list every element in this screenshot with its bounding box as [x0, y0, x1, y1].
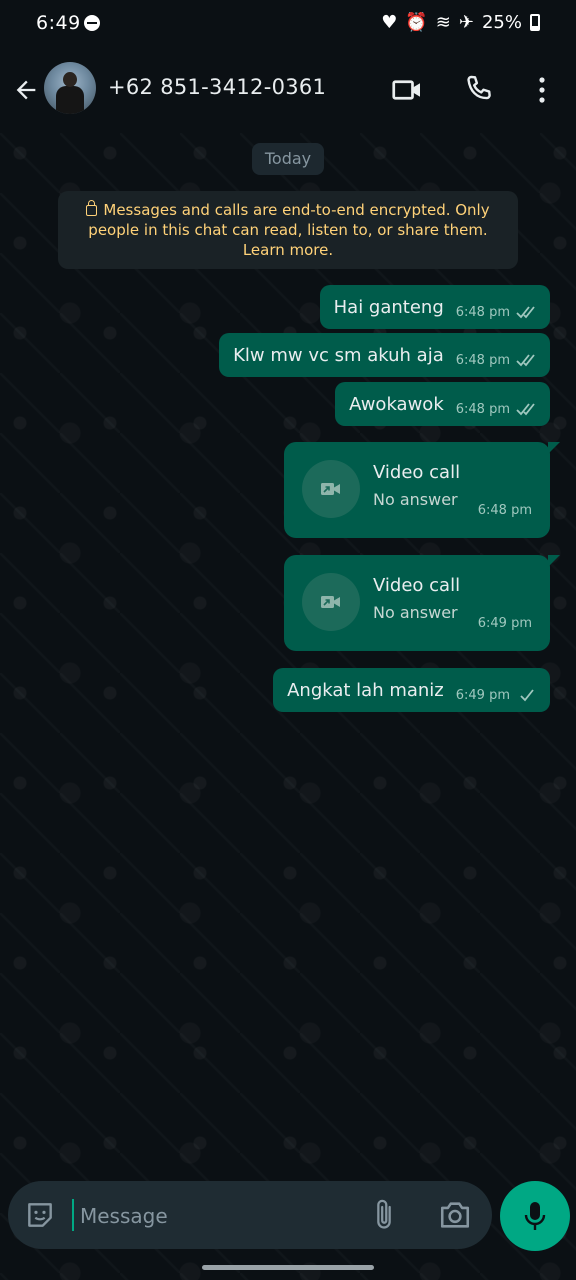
- back-button[interactable]: [8, 70, 44, 110]
- message-bubble[interactable]: Hai ganteng 6:48 pm: [319, 285, 550, 329]
- double-check-icon: [516, 306, 535, 319]
- double-check-icon: [516, 403, 535, 416]
- call-status: No answer: [373, 603, 458, 622]
- message-input[interactable]: [78, 1199, 342, 1233]
- dnd-icon: [84, 15, 100, 31]
- message-text: Klw mw vc sm akuh aja: [233, 344, 444, 366]
- missed-video-call-icon: [321, 483, 340, 495]
- contact-name[interactable]: +62 851-3412-0361: [108, 75, 326, 99]
- message-text: Hai ganteng: [333, 296, 444, 318]
- message-meta: 6:48 pm: [456, 402, 540, 417]
- lock-icon: [86, 200, 98, 216]
- attach-button[interactable]: [370, 1198, 398, 1232]
- camera-button[interactable]: [438, 1199, 472, 1231]
- battery-percent: 25%: [481, 12, 522, 33]
- wifi-icon: ≋: [435, 12, 451, 33]
- camera-icon: [440, 1202, 470, 1228]
- paperclip-icon: [377, 1199, 391, 1229]
- message-composer: [8, 1181, 492, 1249]
- call-icon-badge: [302, 573, 360, 631]
- mic-icon: [524, 1202, 546, 1230]
- message-bubble[interactable]: Angkat lah maniz 6:49 pm: [273, 668, 550, 712]
- call-icon-badge: [302, 460, 360, 518]
- message-time: 6:48 pm: [455, 401, 510, 417]
- battery-icon: [530, 14, 540, 31]
- video-call-button[interactable]: [390, 72, 426, 108]
- encryption-notice[interactable]: Messages and calls are end-to-end encryp…: [58, 191, 518, 269]
- message-meta: 6:48 pm: [456, 353, 540, 368]
- date-chip: Today: [252, 143, 324, 175]
- airplane-icon: ✈: [458, 12, 474, 33]
- more-vert-icon: [539, 77, 545, 103]
- status-icons: ♥ ⏰ ≋ ✈ 25%: [381, 12, 540, 33]
- gesture-nav-bar[interactable]: [202, 1265, 374, 1270]
- message-time: 6:48 pm: [455, 352, 510, 368]
- call-title: Video call: [373, 575, 461, 596]
- message-meta: 6:48 pm: [456, 305, 540, 320]
- video-call-icon: [392, 80, 420, 100]
- text-cursor: [72, 1199, 74, 1231]
- message-text: Awokawok: [349, 393, 444, 415]
- single-check-icon: [520, 689, 534, 702]
- emoji-sticker-icon: [28, 1203, 52, 1227]
- chat-header: +62 851-3412-0361: [0, 48, 576, 133]
- video-call-bubble[interactable]: Video call No answer 6:49 pm: [284, 555, 560, 651]
- voice-call-button[interactable]: [462, 72, 498, 108]
- message-bubble[interactable]: Klw mw vc sm akuh aja 6:48 pm: [219, 333, 550, 377]
- call-time: 6:49 pm: [477, 616, 532, 631]
- emoji-button[interactable]: [24, 1199, 56, 1231]
- voice-message-button[interactable]: [500, 1181, 570, 1251]
- video-call-bubble[interactable]: Video call No answer 6:48 pm: [284, 442, 560, 538]
- status-bar: 6:49 ♥ ⏰ ≋ ✈ 25%: [0, 0, 576, 48]
- more-options-button[interactable]: [530, 72, 554, 108]
- back-arrow-icon: [16, 80, 36, 100]
- call-status: No answer: [373, 490, 458, 509]
- encryption-notice-text: Messages and calls are end-to-end encryp…: [88, 201, 490, 259]
- phone-icon: [467, 75, 491, 100]
- status-time: 6:49: [36, 12, 81, 34]
- message-bubble[interactable]: Awokawok 6:48 pm: [335, 382, 550, 426]
- heart-icon: ♥: [381, 12, 398, 33]
- message-meta: 6:49 pm: [456, 688, 540, 703]
- double-check-icon: [516, 354, 535, 367]
- message-text: Angkat lah maniz: [287, 679, 444, 701]
- contact-avatar[interactable]: [44, 62, 96, 114]
- missed-video-call-icon: [321, 596, 340, 608]
- call-time: 6:48 pm: [477, 503, 532, 518]
- message-time: 6:48 pm: [455, 304, 510, 320]
- alarm-icon: ⏰: [405, 12, 428, 33]
- message-time: 6:49 pm: [455, 687, 510, 703]
- call-title: Video call: [373, 462, 461, 483]
